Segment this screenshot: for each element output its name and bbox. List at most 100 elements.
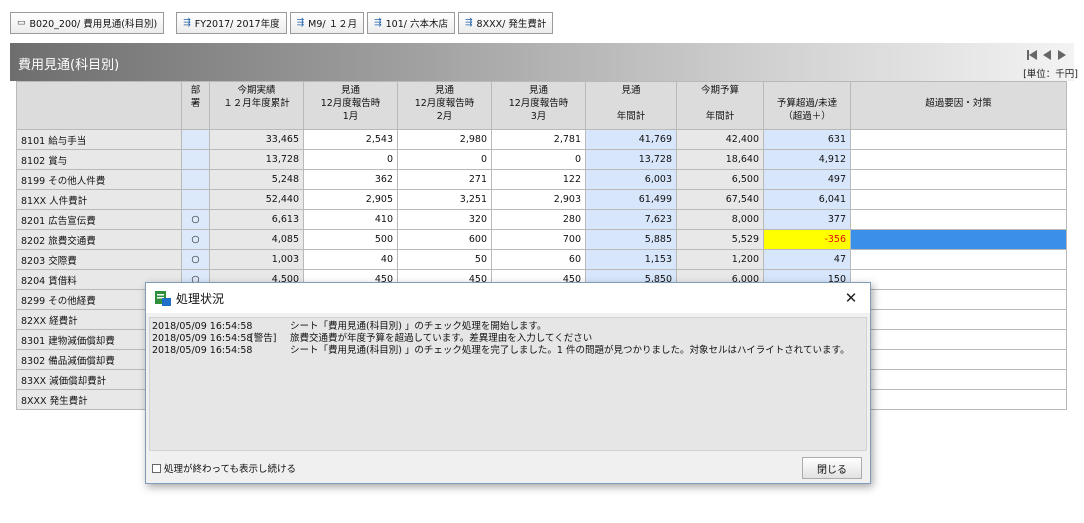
m1-cell[interactable]: 2,905 xyxy=(303,189,398,210)
over-cell[interactable]: 377 xyxy=(763,209,851,230)
budget-cell[interactable]: 18,640 xyxy=(676,149,764,170)
actual-cell[interactable]: 1,003 xyxy=(209,249,304,270)
forecast-cell[interactable]: 13,728 xyxy=(585,149,677,170)
m2-cell[interactable]: 600 xyxy=(397,229,492,250)
m3-cell[interactable]: 2,903 xyxy=(491,189,586,210)
reason-cell[interactable] xyxy=(850,129,1067,150)
m1-cell[interactable]: 2,543 xyxy=(303,129,398,150)
m1-cell[interactable]: 410 xyxy=(303,209,398,230)
year-label: FY2017/ 2017年度 xyxy=(194,19,280,30)
m1-cell[interactable]: 362 xyxy=(303,169,398,190)
page-title: 費用見通(科目別) xyxy=(18,58,120,73)
forecast-cell[interactable]: 6,003 xyxy=(585,169,677,190)
m1-cell[interactable]: 500 xyxy=(303,229,398,250)
actual-cell[interactable]: 5,248 xyxy=(209,169,304,190)
keep-open-label: 処理が終わっても表示し続ける xyxy=(164,464,297,475)
reason-cell[interactable] xyxy=(850,189,1067,210)
hierarchy-icon: ⇶ xyxy=(183,18,191,28)
m3-cell[interactable]: 0 xyxy=(491,149,586,170)
sheet-label: B020_200/ 費用見通(科目別) xyxy=(29,19,158,30)
close-button[interactable]: 閉じる xyxy=(802,457,862,479)
dept-cell[interactable] xyxy=(181,129,210,150)
log-line: 2018/05/09 16:54:58 シート「費用見通(科目別) 」のチェック処… xyxy=(152,321,864,333)
m2-cell[interactable]: 2,980 xyxy=(397,129,492,150)
actual-cell[interactable]: 13,728 xyxy=(209,149,304,170)
reason-cell[interactable] xyxy=(850,289,1067,310)
over-cell[interactable]: 631 xyxy=(763,129,851,150)
reason-cell[interactable] xyxy=(850,369,1067,390)
actual-cell[interactable]: 4,085 xyxy=(209,229,304,250)
budget-cell[interactable]: 67,540 xyxy=(676,189,764,210)
forecast-cell[interactable]: 7,623 xyxy=(585,209,677,230)
m3-cell[interactable]: 280 xyxy=(491,209,586,230)
sheet-selector[interactable]: ▭ B020_200/ 費用見通(科目別) xyxy=(10,12,165,34)
store-filter[interactable]: ⇶ 101/ 六本木店 xyxy=(367,12,455,34)
dept-cell[interactable]: ○ xyxy=(181,249,210,270)
actual-cell[interactable]: 6,613 xyxy=(209,209,304,230)
prev-page-icon[interactable] xyxy=(1041,48,1053,62)
budget-cell[interactable]: 5,529 xyxy=(676,229,764,250)
budget-cell[interactable]: 1,200 xyxy=(676,249,764,270)
log-timestamp: 2018/05/09 16:54:58 xyxy=(152,345,253,356)
budget-cell[interactable]: 6,500 xyxy=(676,169,764,190)
reason-cell[interactable] xyxy=(850,149,1067,170)
m1-cell[interactable]: 0 xyxy=(303,149,398,170)
over-cell[interactable]: 4,912 xyxy=(763,149,851,170)
dept-cell[interactable] xyxy=(181,149,210,170)
dept-cell[interactable]: ○ xyxy=(181,209,210,230)
forecast-cell[interactable]: 41,769 xyxy=(585,129,677,150)
m2-cell[interactable]: 0 xyxy=(397,149,492,170)
account-filter[interactable]: ⇶ 8XXX/ 発生費計 xyxy=(458,12,554,34)
forecast-cell[interactable]: 5,885 xyxy=(585,229,677,250)
header-forecast: 見通 年間計 xyxy=(585,81,677,130)
reason-cell[interactable] xyxy=(850,389,1067,410)
table-row: 8202 旅費交通費 ○ 4,085 500 600 700 5,885 5,529 -356 xyxy=(16,229,1067,250)
reason-cell[interactable] xyxy=(850,309,1067,330)
month-filter[interactable]: ⇶ M9/ １２月 xyxy=(289,12,365,34)
m1-cell[interactable]: 40 xyxy=(303,249,398,270)
log-line: 2018/05/09 16:54:58 シート「費用見通(科目別) 」のチェック処… xyxy=(152,345,864,357)
dept-cell[interactable]: ○ xyxy=(181,229,210,250)
account-cell: 8202 旅費交通費 xyxy=(16,229,182,250)
m2-cell[interactable]: 50 xyxy=(397,249,492,270)
dept-cell[interactable] xyxy=(181,189,210,210)
over-cell[interactable]: 6,041 xyxy=(763,189,851,210)
account-label: 8XXX/ 発生費計 xyxy=(476,19,547,30)
over-cell[interactable]: 497 xyxy=(763,169,851,190)
reason-cell[interactable] xyxy=(850,269,1067,290)
reason-cell[interactable] xyxy=(850,169,1067,190)
account-cell: 81XX 人件費計 xyxy=(16,189,182,210)
forecast-cell[interactable]: 61,499 xyxy=(585,189,677,210)
header-m1: 見通 12月度報告時 1月 xyxy=(303,81,398,130)
over-cell[interactable]: -356 xyxy=(763,229,851,250)
close-icon[interactable]: ✕ xyxy=(842,289,860,307)
log-level xyxy=(250,345,290,357)
budget-cell[interactable]: 8,000 xyxy=(676,209,764,230)
m3-cell[interactable]: 2,781 xyxy=(491,129,586,150)
budget-cell[interactable]: 42,400 xyxy=(676,129,764,150)
next-page-icon[interactable] xyxy=(1056,48,1068,62)
m3-cell[interactable]: 122 xyxy=(491,169,586,190)
m3-cell[interactable]: 700 xyxy=(491,229,586,250)
over-cell[interactable]: 47 xyxy=(763,249,851,270)
m3-cell[interactable]: 60 xyxy=(491,249,586,270)
reason-cell[interactable] xyxy=(850,329,1067,350)
reason-cell[interactable] xyxy=(850,229,1067,250)
m2-cell[interactable]: 320 xyxy=(397,209,492,230)
actual-cell[interactable]: 33,465 xyxy=(209,129,304,150)
m2-cell[interactable]: 271 xyxy=(397,169,492,190)
checkbox-box[interactable] xyxy=(152,463,161,473)
year-filter[interactable]: ⇶ FY2017/ 2017年度 xyxy=(176,12,287,34)
table-row: 81XX 人件費計 52,440 2,905 3,251 2,903 61,499 67,5… xyxy=(16,189,1067,210)
actual-cell[interactable]: 52,440 xyxy=(209,189,304,210)
dept-cell[interactable] xyxy=(181,169,210,190)
m2-cell[interactable]: 3,251 xyxy=(397,189,492,210)
reason-cell[interactable] xyxy=(850,349,1067,370)
reason-cell[interactable] xyxy=(850,209,1067,230)
forecast-cell[interactable]: 1,153 xyxy=(585,249,677,270)
header-dept: 部署 xyxy=(181,81,210,130)
reason-cell[interactable] xyxy=(850,249,1067,270)
first-page-icon[interactable] xyxy=(1026,48,1038,62)
keep-open-checkbox[interactable]: 処理が終わっても表示し続ける xyxy=(152,461,296,475)
log-area[interactable]: 2018/05/09 16:54:58 シート「費用見通(科目別) 」のチェック処… xyxy=(149,317,867,451)
